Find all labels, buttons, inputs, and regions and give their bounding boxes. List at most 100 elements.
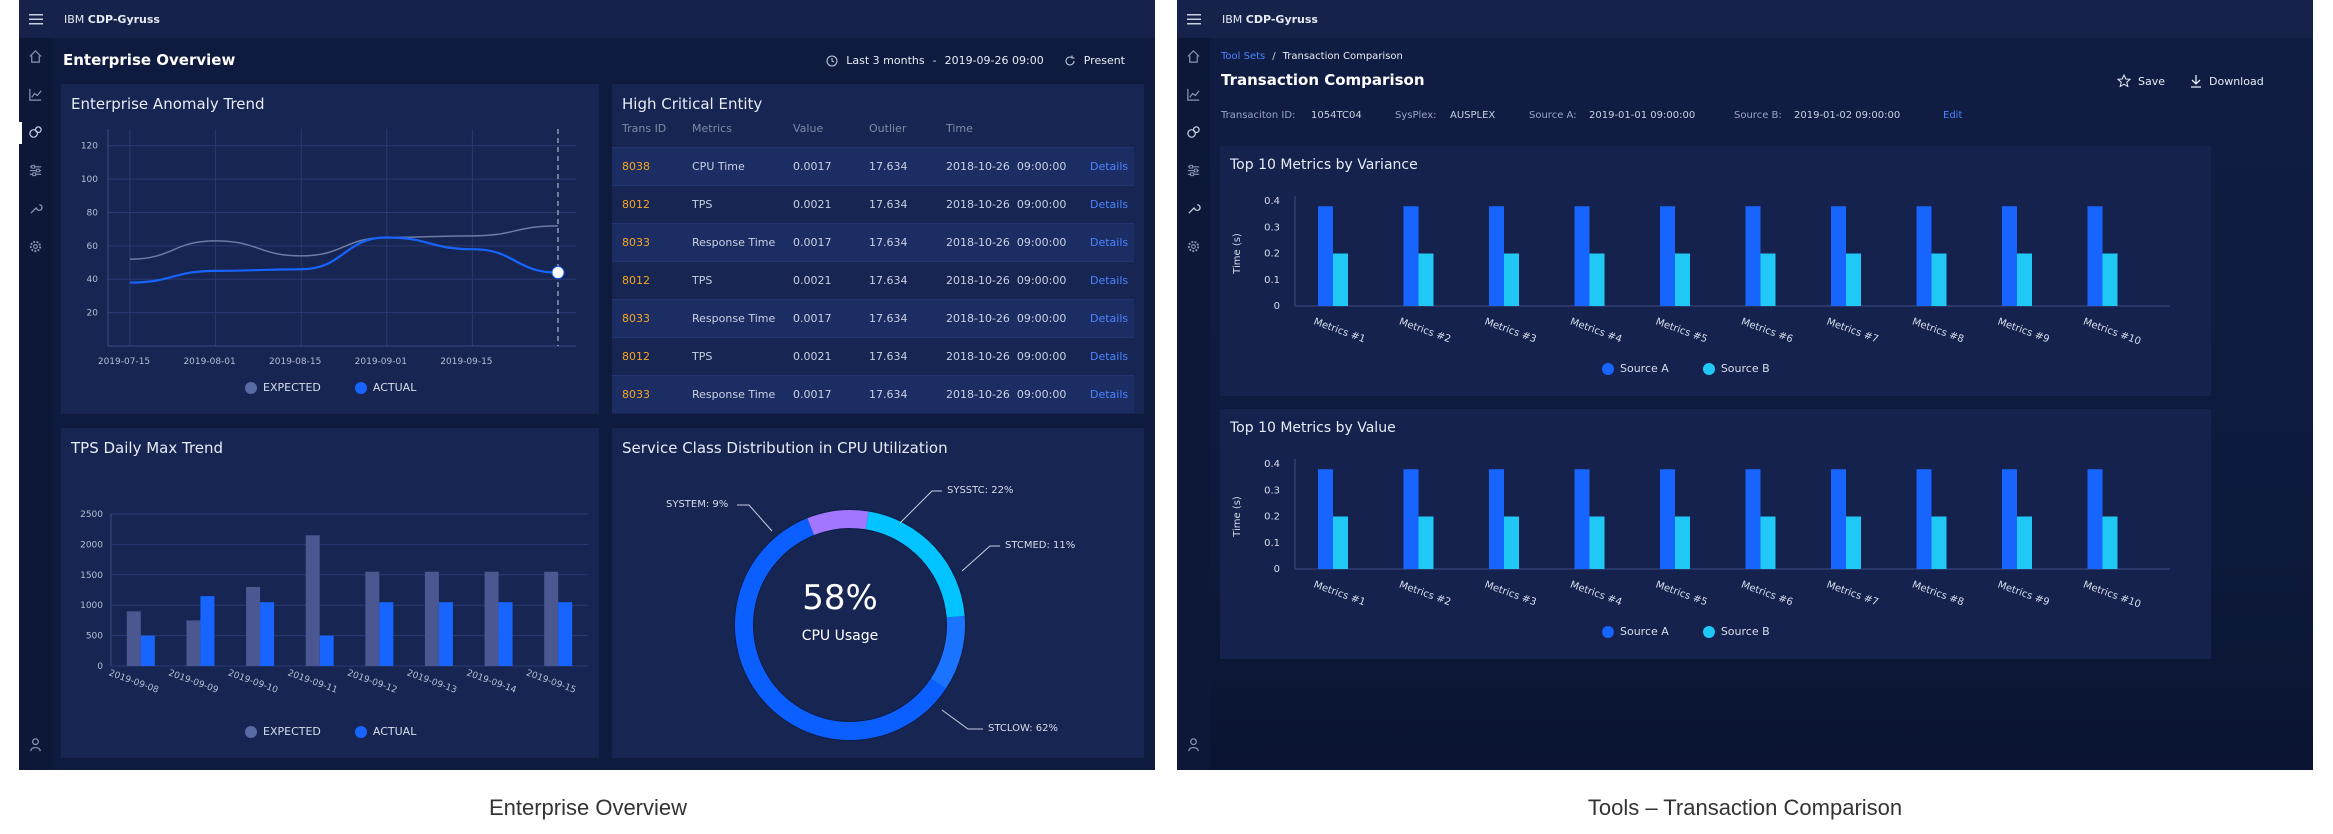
outlier-cell: 17.634 [869, 160, 908, 173]
present-label[interactable]: Present [1084, 54, 1125, 67]
table-row[interactable]: 8033 Response Time 0.0017 17.634 2018-10-26 … [612, 299, 1134, 337]
transaction-id-value: 1054TC04 [1311, 110, 1362, 121]
x-tick-label: 2019-09-10 [226, 668, 279, 695]
brand-name: CDP-Gyruss [1245, 12, 1318, 26]
wrench-icon[interactable] [28, 201, 43, 216]
timestamp[interactable]: 2019-09-26 09:00 [945, 54, 1044, 67]
page-title: Enterprise Overview [63, 51, 236, 69]
x-tick-label: Metrics #1 [1312, 316, 1367, 345]
expected-bar [126, 611, 141, 666]
hamburger-menu-icon[interactable] [1177, 0, 1210, 38]
details-link[interactable]: Details [1090, 388, 1128, 401]
x-tick-label: Metrics #10 [2081, 316, 2142, 347]
side-nav [1177, 38, 1210, 770]
source-b-swatch [1702, 362, 1715, 375]
source-b-swatch [1702, 625, 1715, 638]
source-a-bar [1745, 469, 1761, 569]
details-link[interactable]: Details [1090, 236, 1128, 249]
table-row[interactable]: 8012 TPS 0.0021 17.634 2018-10-26 09:00:00 De… [612, 185, 1134, 223]
gear-icon[interactable] [1186, 239, 1201, 254]
value-cell: 0.0021 [793, 274, 832, 287]
source-b-bar [1333, 253, 1348, 306]
expected-bar [305, 535, 320, 666]
expected-legend-swatch [245, 725, 257, 738]
stclow-leader-line [941, 709, 983, 730]
col-outlier: Outlier [869, 122, 907, 135]
x-tick-label: 2019-09-13 [405, 668, 458, 695]
download-button[interactable]: Download [2190, 74, 2264, 88]
line-chart-icon[interactable] [28, 87, 43, 102]
source-a-legend: Source A [1620, 625, 1669, 638]
settings-sliders-icon[interactable] [1186, 163, 1201, 178]
edit-link[interactable]: Edit [1943, 110, 1962, 121]
breadcrumb-tool-sets[interactable]: Tool Sets [1221, 51, 1265, 62]
table-row[interactable]: 8033 Response Time 0.0017 17.634 2018-10-26 … [612, 223, 1134, 261]
actual-bar [558, 602, 573, 666]
details-link[interactable]: Details [1090, 160, 1128, 173]
y-tick-label: 0.2 [1264, 512, 1280, 523]
star-icon [2117, 74, 2131, 88]
actual-bar [498, 602, 513, 666]
y-tick-label: 20 [87, 309, 99, 319]
expected-legend-label: EXPECTED [263, 381, 321, 394]
gear-icon[interactable] [28, 239, 43, 254]
source-a-bar [1745, 206, 1761, 306]
source-a-swatch [1602, 625, 1614, 638]
y-tick-label: 120 [81, 142, 98, 152]
actual-legend-swatch [354, 381, 367, 394]
time-range[interactable]: Last 3 months [846, 54, 924, 67]
sysplex-label: SysPlex: [1395, 110, 1437, 121]
details-link[interactable]: Details [1090, 198, 1128, 211]
y-tick-label: 0.1 [1264, 538, 1280, 549]
source-a-bar [2002, 469, 2017, 569]
home-icon[interactable] [1186, 49, 1201, 64]
details-link[interactable]: Details [1090, 350, 1128, 363]
system-leader-line [737, 504, 773, 532]
analytics-icon[interactable] [1186, 125, 1201, 140]
x-tick-label: Metrics #8 [1910, 579, 1965, 608]
source-b-value: 2019-01-02 09:00:00 [1794, 110, 1901, 121]
details-link[interactable]: Details [1090, 312, 1128, 325]
brand[interactable]: IBM CDP-Gyruss [1222, 13, 1318, 26]
metric-cell: Response Time [692, 236, 776, 249]
outlier-cell: 17.634 [869, 198, 908, 211]
stclow-label: STCLOW: 62% [988, 723, 1059, 734]
x-tick-label: Metrics #9 [1996, 579, 2051, 608]
x-tick-label: Metrics #3 [1483, 579, 1538, 608]
table-row[interactable]: 8038 CPU Time 0.0017 17.634 2018-10-26 09:00… [612, 147, 1134, 185]
source-a-bar [1489, 206, 1504, 306]
analytics-icon[interactable] [28, 125, 43, 140]
y-tick-label: 0.3 [1264, 485, 1280, 496]
col-metrics: Metrics [692, 122, 732, 135]
x-tick-label: Metrics #4 [1568, 316, 1623, 345]
user-icon[interactable] [28, 737, 43, 752]
value-cell: 0.0021 [793, 350, 832, 363]
x-tick-label: Metrics #9 [1996, 316, 2051, 345]
details-link[interactable]: Details [1090, 274, 1128, 287]
value-cell: 0.0017 [793, 236, 832, 249]
table-row[interactable]: 8033 Response Time 0.0017 17.634 2018-10-26 … [612, 375, 1134, 413]
time-filter[interactable]: Last 3 months - 2019-09-26 09:00 Present [826, 54, 1125, 67]
brand[interactable]: IBM CDP-Gyruss [64, 13, 160, 26]
save-button[interactable]: Save [2117, 74, 2165, 88]
settings-sliders-icon[interactable] [28, 163, 43, 178]
line-chart-icon[interactable] [1186, 87, 1201, 102]
metric-cell: TPS [692, 274, 713, 287]
source-b-label: Source B: [1734, 110, 1782, 121]
user-icon[interactable] [1186, 737, 1201, 752]
x-tick-label: 2019-09-08 [107, 668, 160, 695]
table-row[interactable]: 8012 TPS 0.0021 17.634 2018-10-26 09:00:00 De… [612, 337, 1134, 375]
donut-center-label: CPU Usage [801, 628, 879, 644]
home-icon[interactable] [28, 49, 43, 64]
source-b-bar [2102, 253, 2118, 306]
refresh-icon[interactable] [1064, 55, 1076, 67]
wrench-icon[interactable] [1186, 201, 1201, 216]
actual-series-line [129, 236, 559, 284]
value-cell: 0.0017 [793, 388, 832, 401]
source-b-bar [1418, 516, 1434, 569]
hamburger-menu-icon[interactable] [19, 0, 52, 38]
y-tick-label: 0.2 [1264, 249, 1280, 260]
table-row[interactable]: 8012 TPS 0.0021 17.634 2018-10-26 09:00:00 De… [612, 261, 1134, 299]
side-nav [19, 38, 52, 770]
metric-cell: TPS [692, 350, 713, 363]
